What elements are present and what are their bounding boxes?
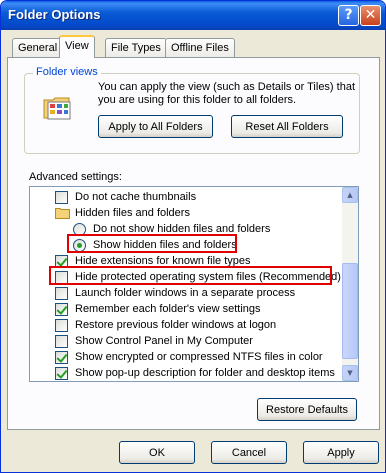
setting-label: Restore previous folder windows at logon	[75, 319, 277, 331]
highlight-show-hidden	[67, 234, 237, 253]
settings-scrollbar[interactable]: ▲ ▼	[342, 187, 358, 381]
tab-view[interactable]: View	[59, 35, 95, 58]
scroll-up-icon[interactable]: ▲	[342, 187, 358, 203]
help-button[interactable]: ?	[338, 5, 359, 26]
folder-options-dialog: Folder Options ? ✕ General View File Typ…	[0, 0, 386, 473]
checkbox-checked[interactable]	[55, 303, 68, 316]
tab-offline-files[interactable]: Offline Files	[165, 38, 235, 58]
setting-label: Launch folder windows in a separate proc…	[75, 287, 296, 299]
checkbox[interactable]	[55, 191, 68, 204]
folder-icon	[55, 208, 70, 219]
setting-label: Show encrypted or compressed NTFS files …	[75, 351, 323, 363]
apply-button[interactable]: Apply	[303, 441, 379, 464]
folder-views-icon	[43, 97, 71, 120]
setting-label: Show Control Panel in My Computer	[75, 335, 253, 347]
checkbox[interactable]	[55, 319, 68, 332]
apply-to-all-folders-button[interactable]: Apply to All Folders	[98, 115, 213, 138]
checkbox-checked[interactable]	[55, 351, 68, 364]
checkbox-checked[interactable]	[55, 367, 68, 380]
group-label: Hidden files and folders	[75, 207, 190, 219]
title-bar[interactable]: Folder Options ? ✕	[1, 1, 385, 30]
reset-all-folders-button[interactable]: Reset All Folders	[231, 115, 343, 138]
folder-views-description: You can apply the view (such as Details …	[98, 81, 356, 106]
close-button[interactable]: ✕	[360, 5, 381, 26]
restore-defaults-button[interactable]: Restore Defaults	[257, 398, 357, 421]
setting-label: Remember each folder's view settings	[75, 303, 261, 315]
window-title: Folder Options	[8, 7, 101, 22]
folder-views-legend: Folder views	[33, 66, 101, 78]
tab-file-types[interactable]: File Types	[105, 38, 167, 58]
highlight-hide-protected	[49, 266, 332, 285]
checkbox[interactable]	[55, 335, 68, 348]
setting-label: Show pop-up description for folder and d…	[75, 367, 335, 379]
tab-general[interactable]: General	[12, 38, 64, 58]
checkbox[interactable]	[55, 287, 68, 300]
ok-button[interactable]: OK	[119, 441, 195, 464]
cancel-button[interactable]: Cancel	[211, 441, 287, 464]
scroll-down-icon[interactable]: ▼	[342, 365, 358, 381]
advanced-settings-label: Advanced settings:	[29, 171, 122, 183]
scroll-thumb[interactable]	[342, 263, 358, 359]
setting-label: Do not cache thumbnails	[75, 191, 197, 203]
